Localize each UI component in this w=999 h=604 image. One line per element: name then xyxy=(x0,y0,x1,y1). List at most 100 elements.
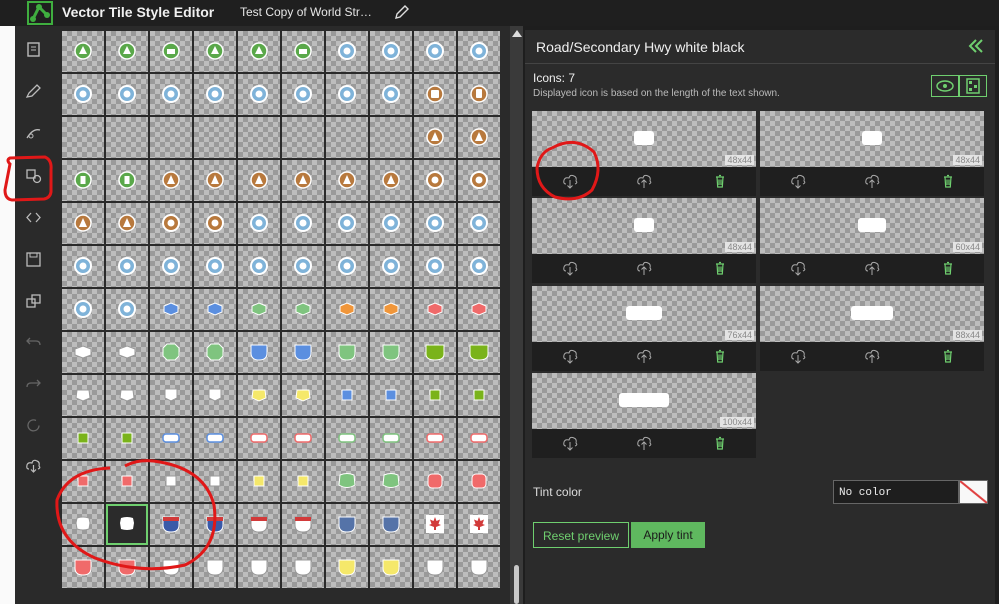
quick-edit-icon[interactable] xyxy=(24,82,43,101)
scroll-up-arrow-icon[interactable] xyxy=(512,30,522,37)
upload-icon[interactable] xyxy=(636,260,652,276)
collapse-panel-icon[interactable] xyxy=(967,37,985,55)
sprite-cell[interactable] xyxy=(106,461,148,502)
sprite-cell[interactable] xyxy=(282,246,324,287)
sprite-cell[interactable] xyxy=(62,461,104,502)
sprite-cell[interactable] xyxy=(282,74,324,115)
save-icon[interactable] xyxy=(24,250,43,269)
trash-icon[interactable] xyxy=(712,173,728,189)
trash-icon[interactable] xyxy=(940,348,956,364)
sprite-cell[interactable] xyxy=(370,547,412,588)
sprite-cell[interactable] xyxy=(106,160,148,201)
sprite-cell[interactable] xyxy=(326,547,368,588)
sprite-cell[interactable] xyxy=(370,332,412,373)
sprite-cell[interactable] xyxy=(194,504,236,545)
upload-icon[interactable] xyxy=(636,173,652,189)
sprite-cell[interactable] xyxy=(370,418,412,459)
sprite-cell[interactable] xyxy=(194,375,236,416)
upload-icon[interactable] xyxy=(636,348,652,364)
sprite-cell[interactable] xyxy=(150,289,192,330)
sprite-cell[interactable] xyxy=(370,289,412,330)
sprite-cell[interactable] xyxy=(370,504,412,545)
sprite-cell[interactable] xyxy=(282,375,324,416)
sprite-cell[interactable] xyxy=(106,504,148,545)
trash-icon[interactable] xyxy=(712,260,728,276)
download-icon[interactable] xyxy=(790,260,806,276)
trash-icon[interactable] xyxy=(940,260,956,276)
copy-layers-icon[interactable] xyxy=(24,292,43,311)
sprite-cell[interactable] xyxy=(62,418,104,459)
sprite-cell[interactable] xyxy=(150,332,192,373)
sprite-cell[interactable] xyxy=(150,461,192,502)
sprite-cell[interactable] xyxy=(326,117,368,158)
apply-tint-button[interactable]: Apply tint xyxy=(631,522,705,548)
sprite-cell[interactable] xyxy=(238,289,280,330)
sprite-cell[interactable] xyxy=(106,117,148,158)
sprite-cell[interactable] xyxy=(62,74,104,115)
sprite-cell[interactable] xyxy=(370,31,412,72)
sprite-cell[interactable] xyxy=(326,203,368,244)
download-icon[interactable] xyxy=(790,173,806,189)
sprite-cell[interactable] xyxy=(194,547,236,588)
sprite-cell[interactable] xyxy=(238,375,280,416)
sprite-cell[interactable] xyxy=(150,504,192,545)
sprite-cell[interactable] xyxy=(194,418,236,459)
sprite-cell[interactable] xyxy=(326,160,368,201)
trash-icon[interactable] xyxy=(940,173,956,189)
sprite-cell[interactable] xyxy=(238,74,280,115)
sprite-cell[interactable] xyxy=(194,160,236,201)
pencil-icon[interactable] xyxy=(393,3,411,21)
sprite-cell[interactable] xyxy=(458,74,500,115)
sprite-cell[interactable] xyxy=(326,74,368,115)
sprite-cell[interactable] xyxy=(150,375,192,416)
sprite-cell[interactable] xyxy=(458,31,500,72)
sprite-cell[interactable] xyxy=(458,203,500,244)
tint-color-swatch[interactable] xyxy=(959,480,988,504)
sprite-cell[interactable] xyxy=(282,289,324,330)
download-icon[interactable] xyxy=(562,348,578,364)
sprite-cell[interactable] xyxy=(150,203,192,244)
sprite-cell[interactable] xyxy=(326,289,368,330)
sprite-cell[interactable] xyxy=(238,504,280,545)
sprite-cell[interactable] xyxy=(458,332,500,373)
sprite-cell[interactable] xyxy=(458,117,500,158)
sprite-cell[interactable] xyxy=(414,117,456,158)
upload-icon[interactable] xyxy=(864,260,880,276)
sprite-cell[interactable] xyxy=(62,547,104,588)
upload-icon[interactable] xyxy=(864,348,880,364)
sprite-cell[interactable] xyxy=(62,246,104,287)
sprite-cell[interactable] xyxy=(150,74,192,115)
sprite-cell[interactable] xyxy=(370,203,412,244)
sprite-icons-icon[interactable] xyxy=(24,166,43,185)
sprite-cell[interactable] xyxy=(150,31,192,72)
sprite-cell[interactable] xyxy=(238,160,280,201)
sprite-cell[interactable] xyxy=(238,547,280,588)
download-icon[interactable] xyxy=(24,456,43,475)
sprite-cell[interactable] xyxy=(414,74,456,115)
layers-icon[interactable] xyxy=(24,40,43,59)
scrollbar[interactable] xyxy=(510,26,523,604)
scrollbar-thumb[interactable] xyxy=(514,565,519,604)
sprite-cell[interactable] xyxy=(238,31,280,72)
trash-icon[interactable] xyxy=(712,435,728,451)
sprite-cell[interactable] xyxy=(150,418,192,459)
sprite-cell[interactable] xyxy=(194,461,236,502)
json-code-icon[interactable] xyxy=(24,208,43,227)
sprite-cell[interactable] xyxy=(414,203,456,244)
undo-icon[interactable] xyxy=(24,332,43,351)
sprite-cell[interactable] xyxy=(326,246,368,287)
sprite-cell[interactable] xyxy=(106,418,148,459)
reset-icon[interactable] xyxy=(24,416,43,435)
download-icon[interactable] xyxy=(562,435,578,451)
sprite-cell[interactable] xyxy=(194,289,236,330)
sprite-cell[interactable] xyxy=(370,375,412,416)
sprite-cell[interactable] xyxy=(106,203,148,244)
sprite-cell[interactable] xyxy=(326,31,368,72)
sprite-cell[interactable] xyxy=(62,289,104,330)
sprite-cell[interactable] xyxy=(194,117,236,158)
sprite-cell[interactable] xyxy=(326,332,368,373)
sprite-cell[interactable] xyxy=(414,31,456,72)
sprite-cell[interactable] xyxy=(458,461,500,502)
sprite-cell[interactable] xyxy=(282,332,324,373)
sprite-cell[interactable] xyxy=(282,203,324,244)
